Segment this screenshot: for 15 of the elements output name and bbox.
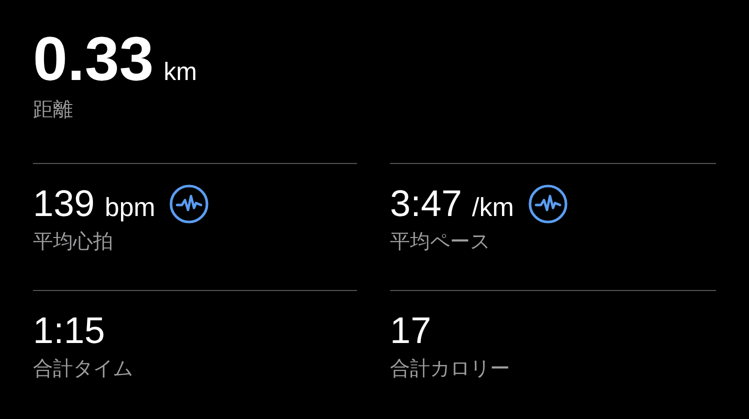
heart-rate-icon[interactable] <box>169 184 210 224</box>
stat-unit: /km <box>472 192 514 222</box>
stat-value: 1:15 <box>33 309 106 353</box>
stat-label: 合計タイム <box>33 355 134 381</box>
heart-rate-icon[interactable] <box>528 184 568 224</box>
distance-unit: km <box>164 58 197 87</box>
stat-label: 平均心拍 <box>33 228 114 254</box>
stat-label: 合計カロリー <box>390 355 511 381</box>
stat-label: 平均ペース <box>390 228 491 254</box>
stat-value: 139 <box>33 182 95 226</box>
distance-label: 距離 <box>33 96 74 122</box>
distance-value: 0.33 <box>33 26 154 94</box>
stat-unit: bpm <box>104 192 156 222</box>
stat-value: 17 <box>390 309 432 353</box>
stat-value: 3:47 <box>390 182 462 226</box>
